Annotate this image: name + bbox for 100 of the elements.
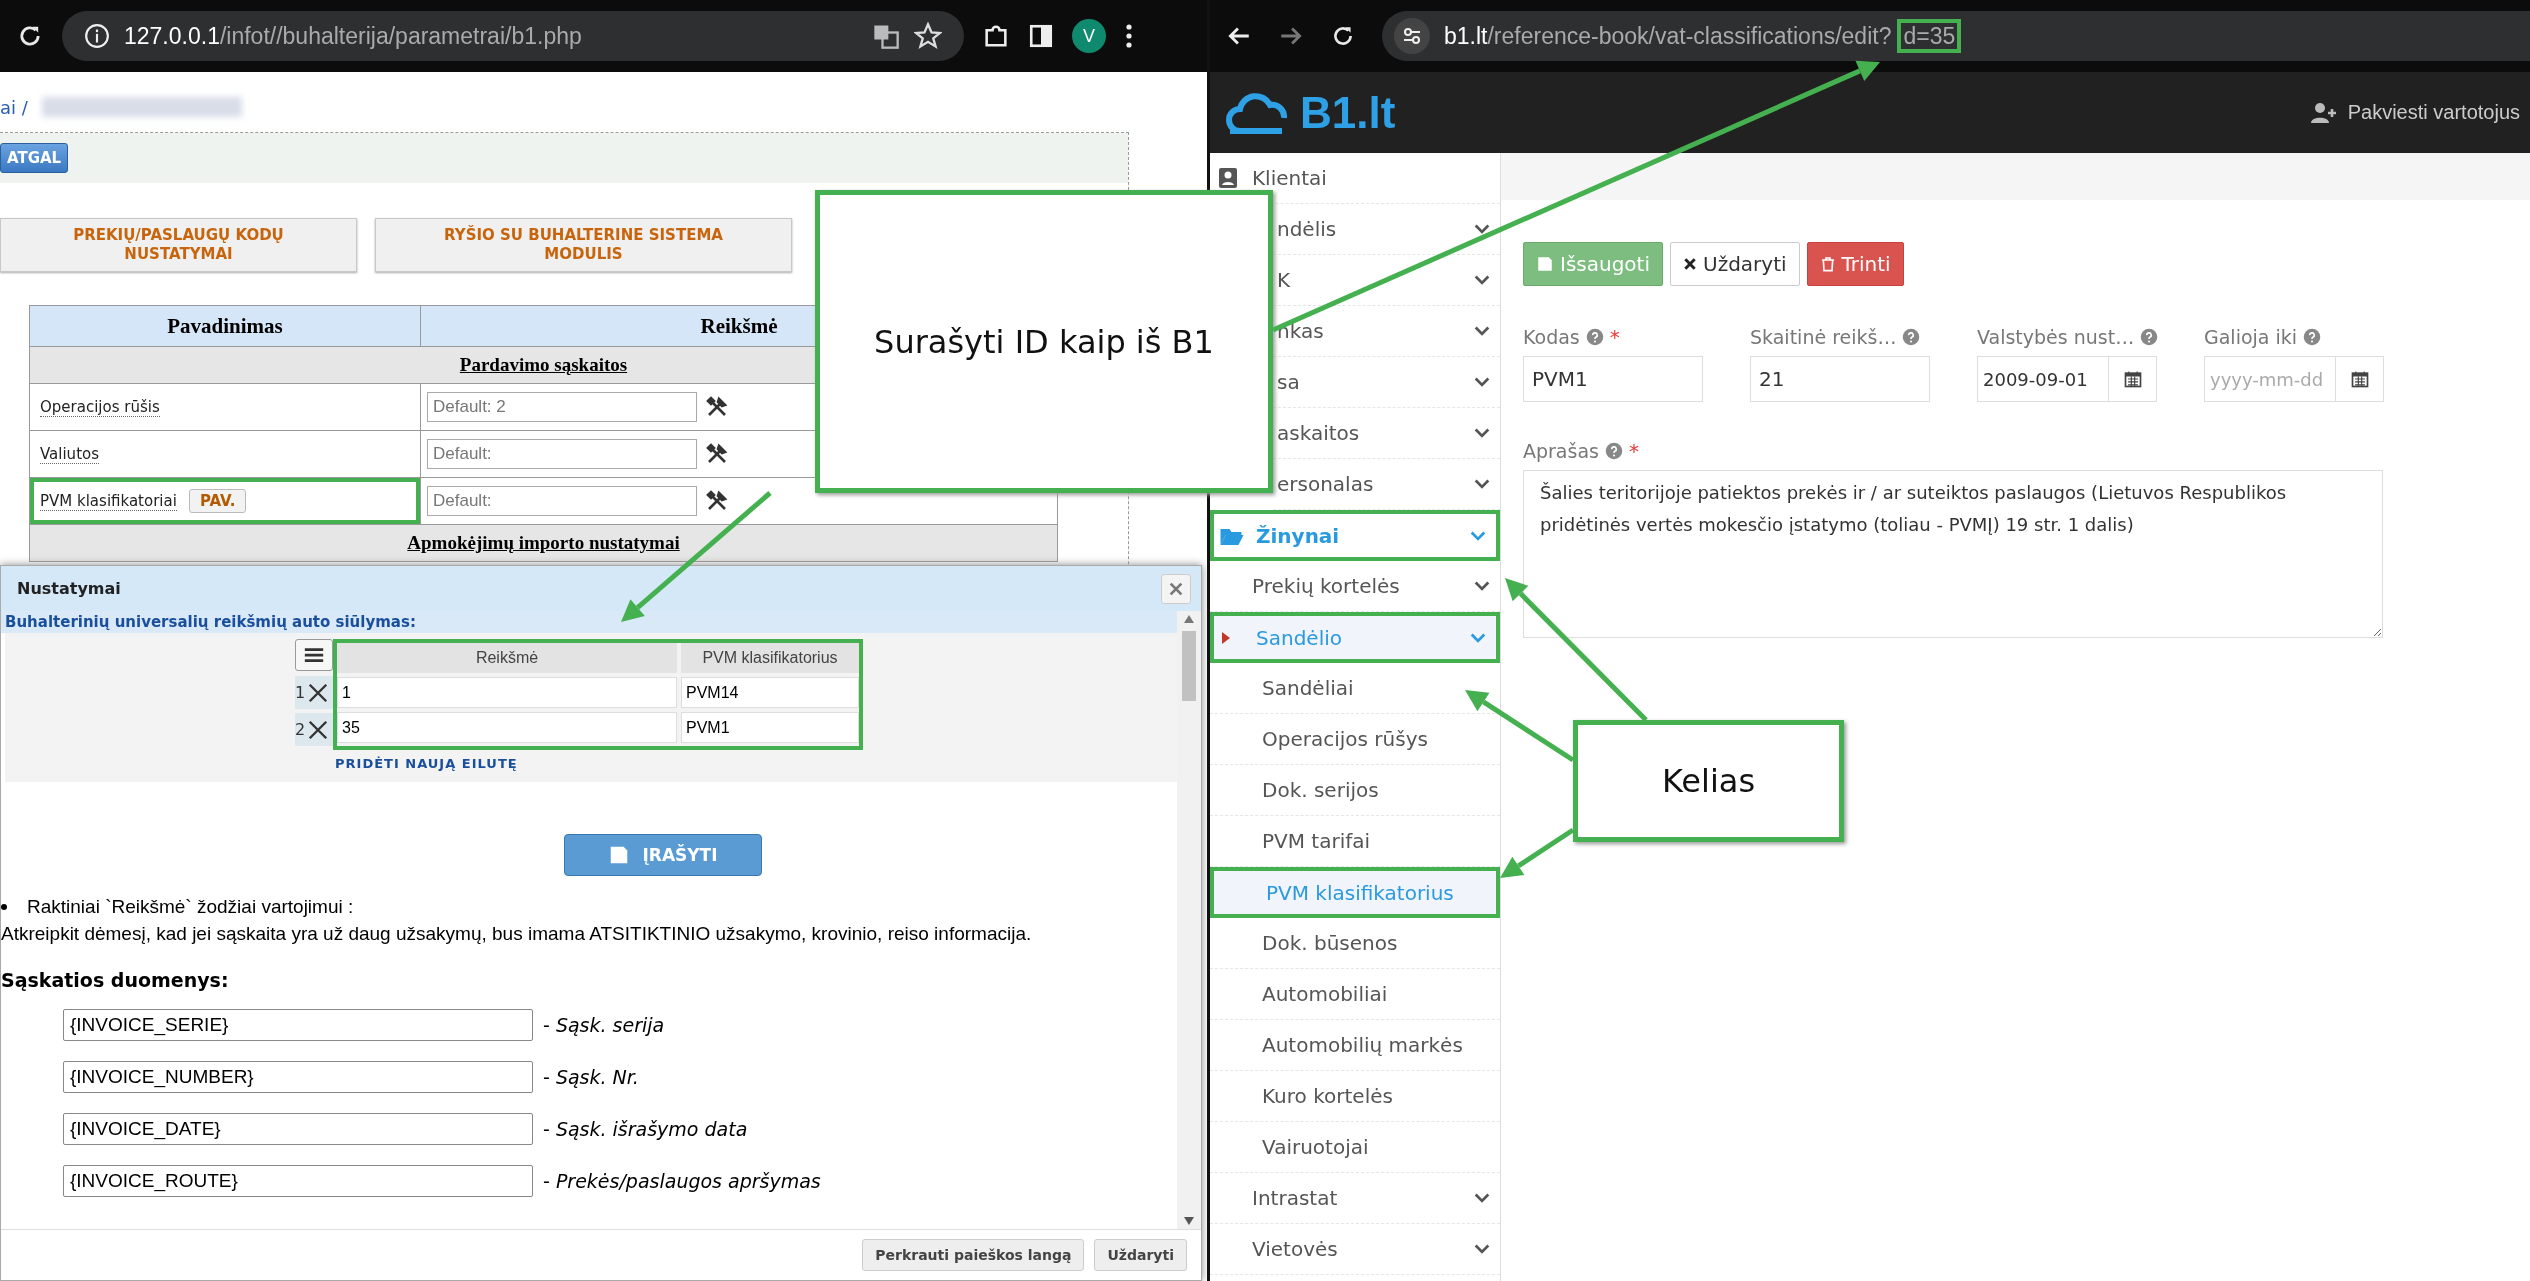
user-plus-icon [2309, 100, 2338, 125]
sidebar-icon[interactable] [1028, 23, 1054, 49]
required-mark: * [1628, 439, 1639, 463]
dialog-title: Nustatymai [17, 579, 121, 598]
field-description: - Sąsk. Nr. [543, 1065, 639, 1088]
chevron-icon [1474, 275, 1490, 285]
section-title: Buhalterinių universalių reikšmių auto siūlymas: [1, 611, 1177, 633]
delete-icon[interactable] [307, 681, 330, 704]
help-icon [2140, 328, 2159, 346]
sidebar-item[interactable]: Vietovės [1210, 1224, 1500, 1275]
chevron-icon [1474, 377, 1490, 387]
field-description: - Prekės/paslaugos apršymas [543, 1169, 821, 1192]
field-label: Valstybės nust… [1977, 326, 2135, 348]
input-field[interactable]: {INVOICE_SERIE} [63, 1008, 533, 1041]
calendar-icon [2349, 369, 2370, 389]
logo[interactable]: B1.lt [1226, 87, 1396, 138]
setting-label-cell-text: Operacijos rūšis [39, 396, 161, 419]
delete-icon[interactable] [307, 718, 330, 741]
sidebar-item[interactable]: Dok. serijos [1210, 765, 1500, 816]
close-button[interactable] [1161, 573, 1191, 604]
footer-button[interactable]: Uždaryti [1094, 1239, 1187, 1271]
help-icon [2303, 328, 2322, 346]
close-button[interactable]: Uždaryti [1670, 242, 1800, 286]
input-field[interactable]: Default: [427, 486, 697, 516]
breadcrumb-link[interactable]: ai / [0, 96, 28, 118]
calendar-button[interactable] [2109, 356, 2157, 402]
menu-icon [303, 646, 325, 664]
grid-cell[interactable]: PVM14 [681, 677, 859, 708]
chevron-icon [1474, 1193, 1490, 1203]
info-icon [84, 23, 110, 49]
scrollbar[interactable] [1177, 611, 1201, 1229]
sidebar-item[interactable]: Vairuotojai [1210, 1122, 1500, 1173]
bullet-icon [1, 904, 7, 910]
field-label: Kodas [1523, 326, 1580, 348]
input-field[interactable]: {INVOICE_ROUTE} [63, 1164, 533, 1197]
kebab-menu-icon[interactable] [1124, 22, 1134, 50]
sidebar-item[interactable]: Automobiliai [1210, 969, 1500, 1020]
chevron-icon [1474, 1244, 1490, 1254]
section-heading: Sąskatios duomenys: [1, 968, 230, 991]
calendar-icon [2122, 369, 2143, 389]
notice-text: Atkreipkit dėmesį, kad jei sąskaita yra už daug užsakymų, bus imama ATSITIKTINIO užsakymo, krovinio, reiso informacija. [1, 922, 1033, 946]
column-header: PVM klasifikatorius [681, 643, 859, 673]
input-field[interactable]: PVM1 [1523, 356, 1703, 402]
avatar[interactable]: V [1072, 19, 1106, 53]
menu-button[interactable] [295, 639, 333, 671]
sidebar-item[interactable]: Operacijos rūšys [1210, 714, 1500, 765]
row-number: 2 [295, 720, 306, 739]
row-number: 1 [295, 683, 306, 702]
field-label: Aprašas [1523, 440, 1599, 462]
description-textarea[interactable]: Šalies teritorijoje patiektos prekės ir / ar suteiktos paslaugos (Lietuvos Respublikos pridėtinės vertės mokesčio įstatymo (toliau - PVMĮ) 19 str. 1 dalis) [1523, 470, 2383, 638]
address-bar[interactable]: 127.0.0.1/infot//buhalterija/parametrai/b1.php [62, 11, 964, 61]
url-query: d=35 [1897, 18, 1962, 53]
calendar-button[interactable] [2336, 356, 2384, 402]
help-icon [1604, 442, 1623, 460]
callout-box: Surašyti ID kaip iš B1 [815, 190, 1273, 493]
chevron-icon [1474, 224, 1490, 234]
scrollbar-thumb[interactable] [1182, 631, 1196, 701]
pav-button[interactable]: PAV. [188, 489, 247, 513]
footer-button[interactable]: Perkrauti paieškos langą [862, 1239, 1085, 1271]
address-bar[interactable]: b1.lt/reference-book/vat-classifications/edit? d=35 [1382, 11, 2530, 61]
chevron-icon [1470, 632, 1486, 643]
scroll-down-icon [1184, 1217, 1194, 1225]
sidebar-item[interactable]: Dok. būsenos [1210, 918, 1500, 969]
chevron-icon [1474, 581, 1490, 591]
field-label: Skaitinė reikš… [1750, 326, 1897, 348]
column-header: Pavadinimas [29, 305, 421, 347]
input-field[interactable]: 21 [1750, 356, 1930, 402]
grid-cell[interactable]: 35 [337, 712, 677, 743]
close-icon [1683, 257, 1697, 271]
chevron-icon [1470, 530, 1486, 541]
tune-icon[interactable] [1394, 18, 1430, 54]
close-icon [1168, 580, 1184, 597]
caret-icon [1222, 631, 1230, 644]
star-icon[interactable] [914, 22, 942, 50]
sidebar-item[interactable]: Intrastat [1210, 1173, 1500, 1224]
scroll-up-icon [1184, 615, 1194, 623]
field-label: Galioja iki [2204, 326, 2298, 348]
chevron-icon [1474, 479, 1490, 489]
sidebar-item[interactable]: Kuro kortelės [1210, 1071, 1500, 1122]
help-icon [1585, 328, 1604, 346]
grid-cell[interactable]: 1 [337, 677, 677, 708]
delete-button[interactable]: Trinti [1806, 242, 1904, 286]
sidebar-item[interactable]: Automobilių markės [1210, 1020, 1500, 1071]
help-icon [1902, 328, 1921, 346]
keywords-note: Raktiniai `Reikšmė` žodžiai vartojimui : [27, 896, 354, 918]
add-row-link[interactable]: PRIDĖTI NAUJĄ EILUTĘ [335, 756, 518, 771]
input-field[interactable]: {INVOICE_NUMBER} [63, 1060, 533, 1093]
callout-box: Kelias [1573, 720, 1844, 842]
input-field[interactable]: Default: 2 [427, 392, 697, 422]
input-field[interactable]: {INVOICE_DATE} [63, 1112, 533, 1145]
grid-cell[interactable]: PVM1 [681, 712, 859, 743]
input-field[interactable]: Default: [427, 439, 697, 469]
field-description: - Sąsk. serija [543, 1013, 665, 1036]
invite-users-link[interactable]: Pakviesti vartotojus [2309, 100, 2520, 125]
person-card-icon [1216, 166, 1240, 190]
required-mark: * [1609, 325, 1620, 349]
chevron-icon [1474, 326, 1490, 336]
floppy-icon [1536, 255, 1554, 273]
input-field[interactable]: 2009-09-01 [1977, 356, 2109, 402]
column-header: Reikšmė [337, 643, 677, 673]
